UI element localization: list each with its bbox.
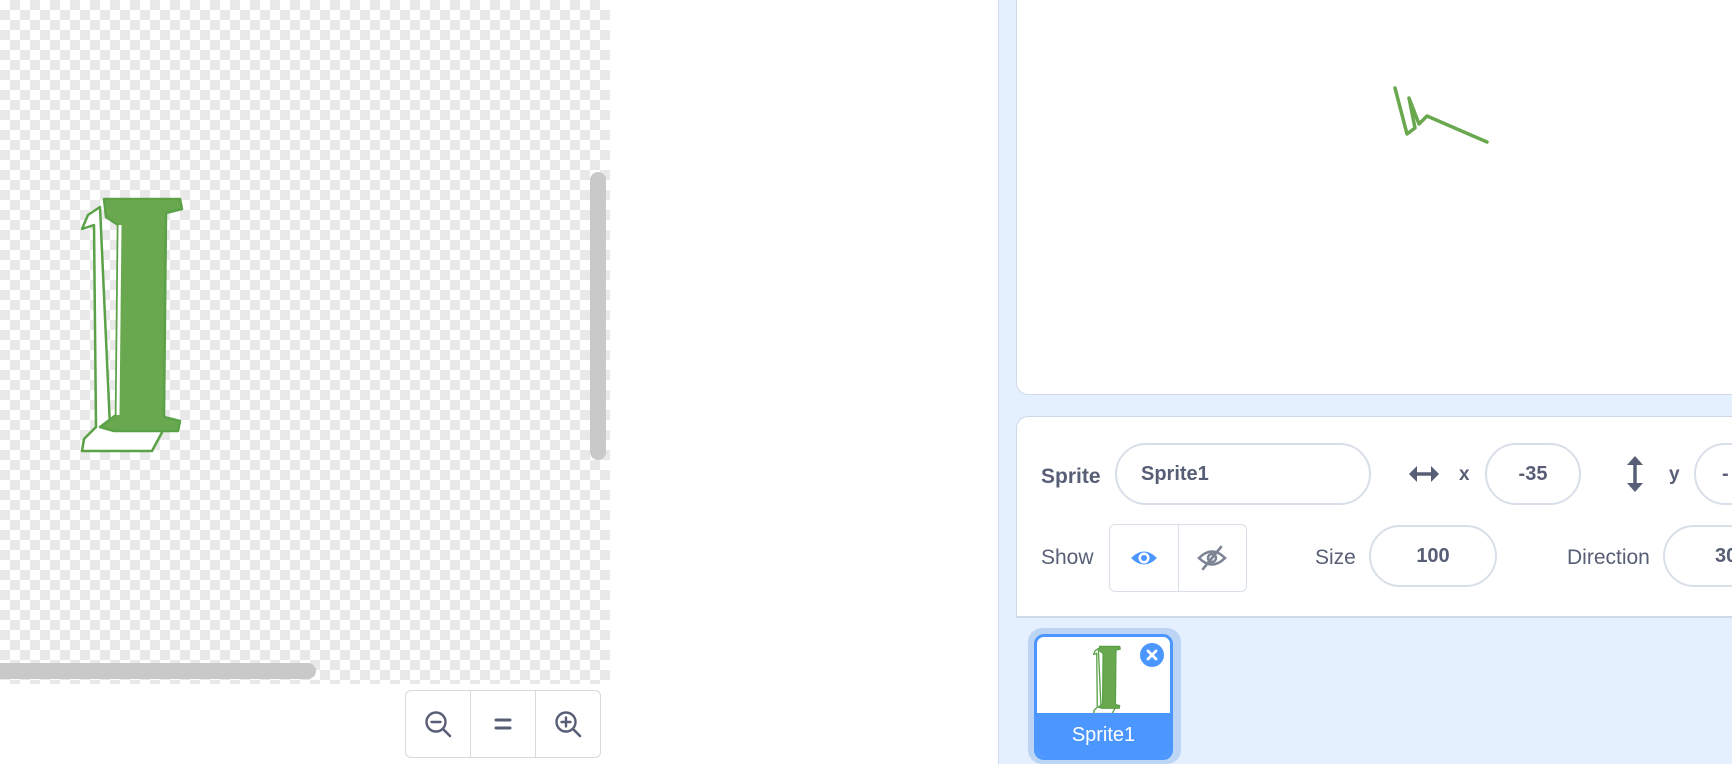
y-position-value: -: [1722, 462, 1729, 485]
zoom-in-icon: [555, 711, 582, 738]
sprite-label: Sprite: [1041, 465, 1101, 488]
y-position-field[interactable]: -: [1694, 443, 1732, 505]
zoom-in-button[interactable]: [536, 691, 600, 757]
paint-canvas[interactable]: [0, 0, 610, 684]
sprite-name-value: Sprite1: [1141, 462, 1209, 485]
hide-sprite-button[interactable]: [1179, 525, 1247, 591]
sprite-name-field[interactable]: Sprite1: [1115, 443, 1371, 505]
visibility-toggle: [1109, 524, 1247, 592]
sprite-pane-divider: [1016, 616, 1732, 617]
stage[interactable]: [1016, 0, 1732, 395]
horizontal-arrows-icon: [1409, 466, 1439, 482]
horizontal-scrollbar[interactable]: [0, 663, 316, 679]
sprite-tile-name: Sprite1: [1037, 713, 1170, 757]
y-label: y: [1669, 464, 1680, 485]
size-field[interactable]: 100: [1369, 525, 1497, 587]
zoom-reset-icon: [494, 718, 512, 730]
x-position-value: -35: [1518, 462, 1548, 485]
show-sprite-button[interactable]: [1110, 525, 1179, 591]
x-position-field[interactable]: -35: [1485, 443, 1581, 505]
stage-sprite-drawing: [1393, 86, 1489, 144]
direction-value: 30: [1715, 544, 1732, 567]
vertical-scrollbar[interactable]: [590, 172, 606, 460]
zoom-controls: [405, 690, 601, 758]
delete-sprite-button[interactable]: [1138, 641, 1166, 669]
x-label: x: [1459, 464, 1470, 485]
direction-field[interactable]: 30: [1663, 525, 1732, 587]
close-icon: [1146, 649, 1158, 661]
zoom-out-icon: [425, 711, 452, 738]
costume-letter-i-art: [80, 197, 184, 453]
eye-hidden-icon: [1197, 545, 1228, 571]
size-value: 100: [1416, 544, 1450, 567]
sprite-info-panel: Sprite Sprite1 x -35 y - Show Size 100 D…: [1016, 416, 1732, 618]
sprite-thumbnail: [1093, 645, 1121, 715]
vertical-arrows-icon: [1627, 456, 1643, 492]
show-label: Show: [1041, 546, 1094, 569]
size-label: Size: [1315, 546, 1356, 569]
zoom-out-button[interactable]: [406, 691, 471, 757]
eye-icon: [1130, 551, 1157, 565]
direction-label: Direction: [1567, 546, 1650, 569]
zoom-reset-button[interactable]: [471, 691, 536, 757]
